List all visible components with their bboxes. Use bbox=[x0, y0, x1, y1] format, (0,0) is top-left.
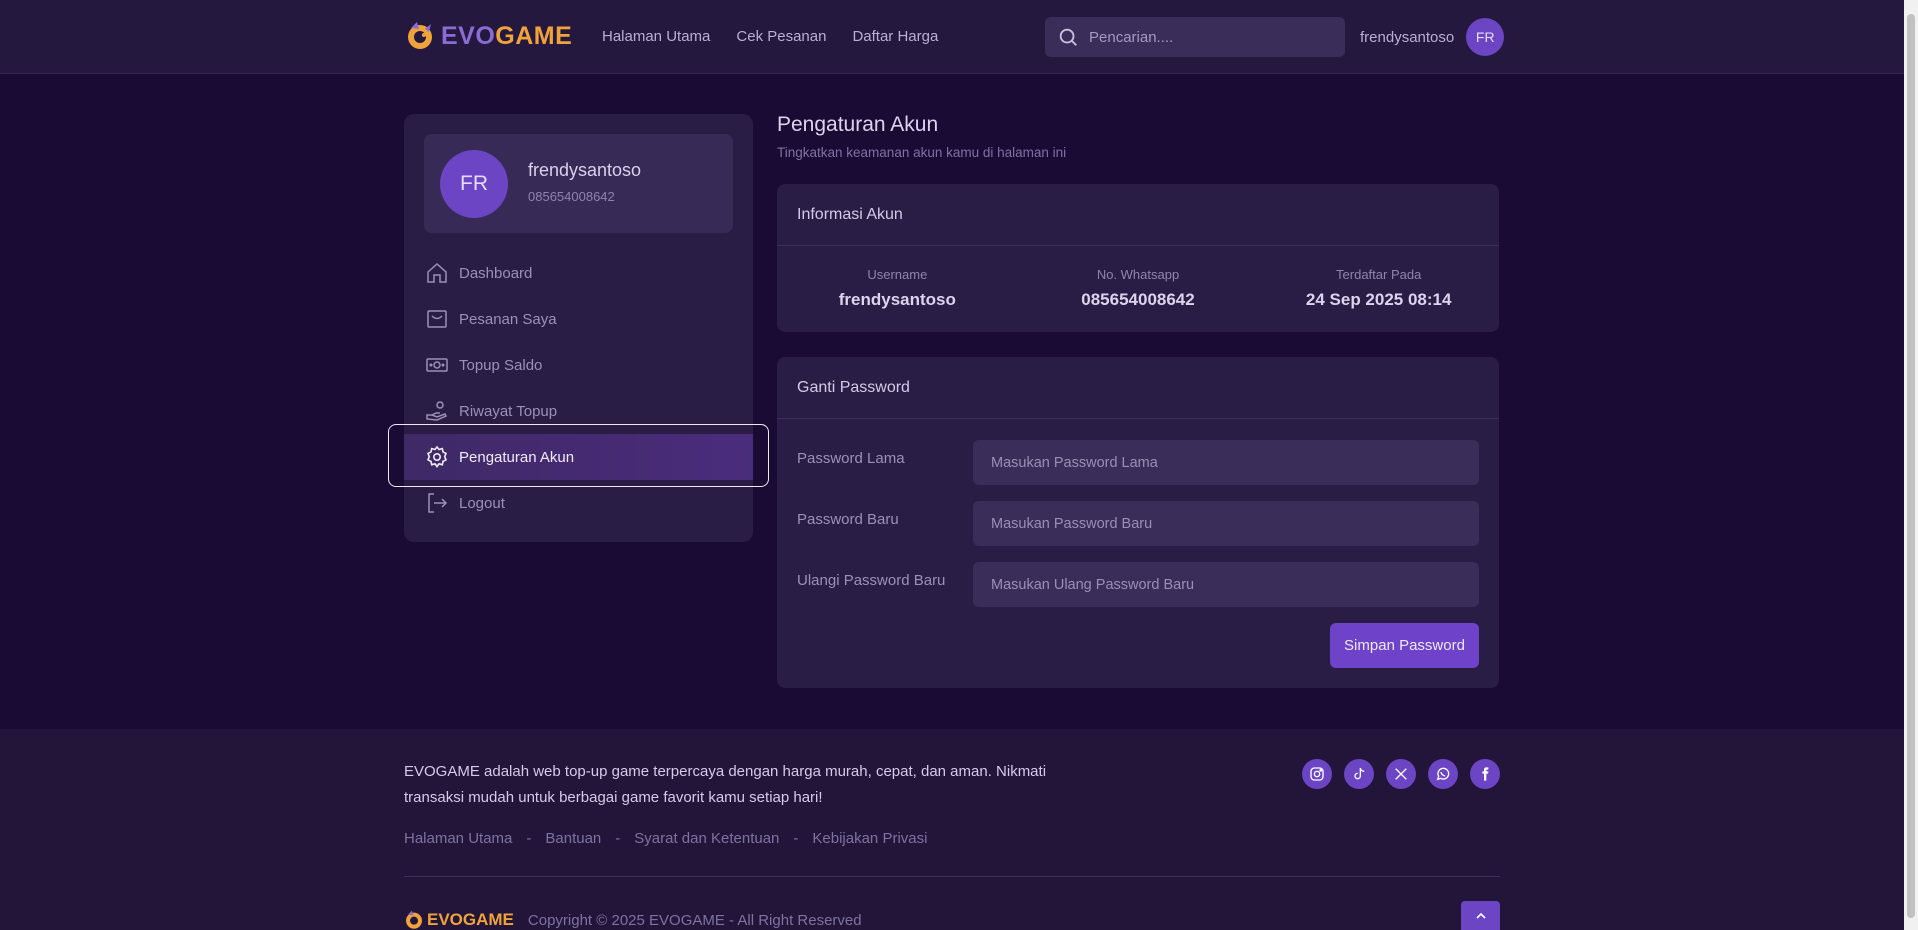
sidebar: FR frendysantoso 085654008642 Dashboard … bbox=[404, 114, 753, 542]
logo-text: EVOGAME bbox=[441, 21, 573, 50]
footer-link-bantuan[interactable]: Bantuan bbox=[545, 830, 601, 847]
nav-halaman-utama[interactable]: Halaman Utama bbox=[602, 28, 710, 45]
account-info-grid: Username frendysantoso No. Whatsapp 0856… bbox=[777, 246, 1499, 330]
sidebar-item-label: Pengaturan Akun bbox=[459, 448, 575, 466]
new-password-field[interactable] bbox=[973, 501, 1479, 546]
sidebar-item-logout[interactable]: Logout bbox=[404, 480, 753, 526]
nav-daftar-harga[interactable]: Daftar Harga bbox=[852, 28, 938, 45]
new-password-label: Password Baru bbox=[797, 511, 899, 528]
profile-card: FR frendysantoso 085654008642 bbox=[424, 134, 733, 233]
footer-bottom: EVOGAME Copyright © 2025 EVOGAME - All R… bbox=[404, 909, 862, 930]
sidebar-item-label: Logout bbox=[459, 494, 505, 512]
footer-link-kebijakan[interactable]: Kebijakan Privasi bbox=[812, 830, 927, 847]
save-password-button[interactable]: Simpan Password bbox=[1330, 623, 1479, 668]
page-subtitle: Tingkatkan keamanan akun kamu di halaman… bbox=[777, 145, 1067, 160]
old-password-field[interactable] bbox=[973, 440, 1479, 485]
sidebar-item-riwayat-topup[interactable]: Riwayat Topup bbox=[404, 388, 753, 434]
change-password-card: Ganti Password Password Lama Password Ba… bbox=[777, 357, 1499, 688]
profile-phone: 085654008642 bbox=[528, 189, 615, 204]
bag-icon bbox=[425, 307, 449, 331]
info-label: Username bbox=[867, 266, 928, 282]
footer-logo-text: EVOGAME bbox=[427, 910, 514, 929]
dragon-logo-icon bbox=[406, 910, 422, 929]
info-value: frendysantoso bbox=[838, 289, 956, 309]
footer-links: Halaman Utama - Bantuan - Syarat dan Ket… bbox=[404, 830, 927, 847]
footer-separator: - bbox=[615, 830, 621, 847]
sidebar-item-label: Topup Saldo bbox=[459, 356, 543, 374]
gear-icon bbox=[425, 445, 449, 469]
page-title: Pengaturan Akun bbox=[777, 113, 939, 136]
back-to-top-button[interactable] bbox=[1461, 901, 1500, 930]
sidebar-item-topup-saldo[interactable]: Topup Saldo bbox=[404, 342, 753, 388]
facebook-icon[interactable] bbox=[1470, 759, 1500, 789]
sidebar-item-pesanan-saya[interactable]: Pesanan Saya bbox=[404, 296, 753, 342]
top-header: EVOGAME Halaman Utama Cek Pesanan Daftar… bbox=[0, 0, 1904, 74]
search-box[interactable] bbox=[1045, 17, 1345, 57]
social-links bbox=[1302, 759, 1500, 789]
search-icon bbox=[1059, 28, 1077, 46]
avatar: FR bbox=[440, 150, 508, 218]
footer-link-halaman-utama[interactable]: Halaman Utama bbox=[404, 830, 512, 847]
account-info-card: Informasi Akun Username frendysantoso No… bbox=[777, 184, 1499, 332]
sidebar-item-label: Riwayat Topup bbox=[459, 402, 558, 420]
money-icon bbox=[425, 353, 449, 377]
profile-name: frendysantoso bbox=[528, 160, 642, 180]
info-value: 24 Sep 2025 08:14 bbox=[1305, 289, 1452, 309]
whatsapp-icon[interactable] bbox=[1428, 759, 1458, 789]
sidebar-item-label: Pesanan Saya bbox=[459, 310, 557, 328]
repeat-password-label: Ulangi Password Baru bbox=[797, 572, 946, 589]
search-input[interactable] bbox=[1089, 28, 1329, 46]
info-value: 085654008642 bbox=[1081, 289, 1195, 309]
scroll-thumb[interactable] bbox=[1907, 14, 1915, 918]
footer-separator: - bbox=[526, 830, 532, 847]
info-username: Username frendysantoso bbox=[777, 267, 1018, 310]
header-username: frendysantoso bbox=[1360, 28, 1455, 46]
form-row-repeat-password: Ulangi Password Baru bbox=[797, 562, 1479, 608]
instagram-icon[interactable] bbox=[1302, 759, 1332, 789]
old-password-label: Password Lama bbox=[797, 450, 905, 467]
user-menu[interactable]: frendysantoso FR bbox=[1360, 18, 1505, 56]
x-icon[interactable] bbox=[1386, 759, 1416, 789]
account-info-title: Informasi Akun bbox=[777, 184, 1499, 246]
footer: EVOGAME adalah web top-up game terpercay… bbox=[0, 729, 1904, 930]
info-label: Terdaftar Pada bbox=[1336, 266, 1422, 282]
info-registered: Terdaftar Pada 24 Sep 2025 08:14 bbox=[1258, 267, 1499, 310]
header-avatar[interactable]: FR bbox=[1466, 18, 1505, 56]
logo[interactable]: EVOGAME bbox=[405, 20, 572, 52]
chevron-up-icon bbox=[1475, 912, 1486, 919]
home-icon bbox=[425, 261, 449, 285]
sidebar-item-pengaturan-akun[interactable]: Pengaturan Akun bbox=[404, 434, 753, 480]
hand-coin-icon bbox=[425, 399, 449, 423]
tiktok-icon[interactable] bbox=[1344, 759, 1374, 789]
repeat-password-field[interactable] bbox=[973, 562, 1479, 607]
info-label: No. Whatsapp bbox=[1096, 266, 1180, 282]
copyright-text: Copyright © 2025 EVOGAME - All Right Res… bbox=[527, 911, 862, 929]
info-whatsapp: No. Whatsapp 085654008642 bbox=[1018, 267, 1259, 310]
form-row-old-password: Password Lama bbox=[797, 440, 1479, 486]
footer-divider bbox=[404, 876, 1500, 877]
logout-icon bbox=[425, 491, 449, 515]
main-nav: Halaman Utama Cek Pesanan Daftar Harga bbox=[602, 28, 938, 45]
nav-cek-pesanan[interactable]: Cek Pesanan bbox=[736, 28, 826, 45]
footer-link-syarat[interactable]: Syarat dan Ketentuan bbox=[634, 830, 779, 847]
change-password-title: Ganti Password bbox=[777, 357, 1499, 419]
footer-separator: - bbox=[793, 830, 799, 847]
form-row-new-password: Password Baru bbox=[797, 501, 1479, 547]
sidebar-menu: Dashboard Pesanan Saya Topup Saldo Riway… bbox=[404, 250, 753, 526]
page-scrollbar[interactable] bbox=[1904, 0, 1918, 930]
dragon-logo-icon bbox=[408, 22, 432, 49]
sidebar-item-dashboard[interactable]: Dashboard bbox=[404, 250, 753, 296]
footer-description: EVOGAME adalah web top-up game terpercay… bbox=[404, 763, 1047, 806]
sidebar-item-label: Dashboard bbox=[459, 264, 533, 282]
